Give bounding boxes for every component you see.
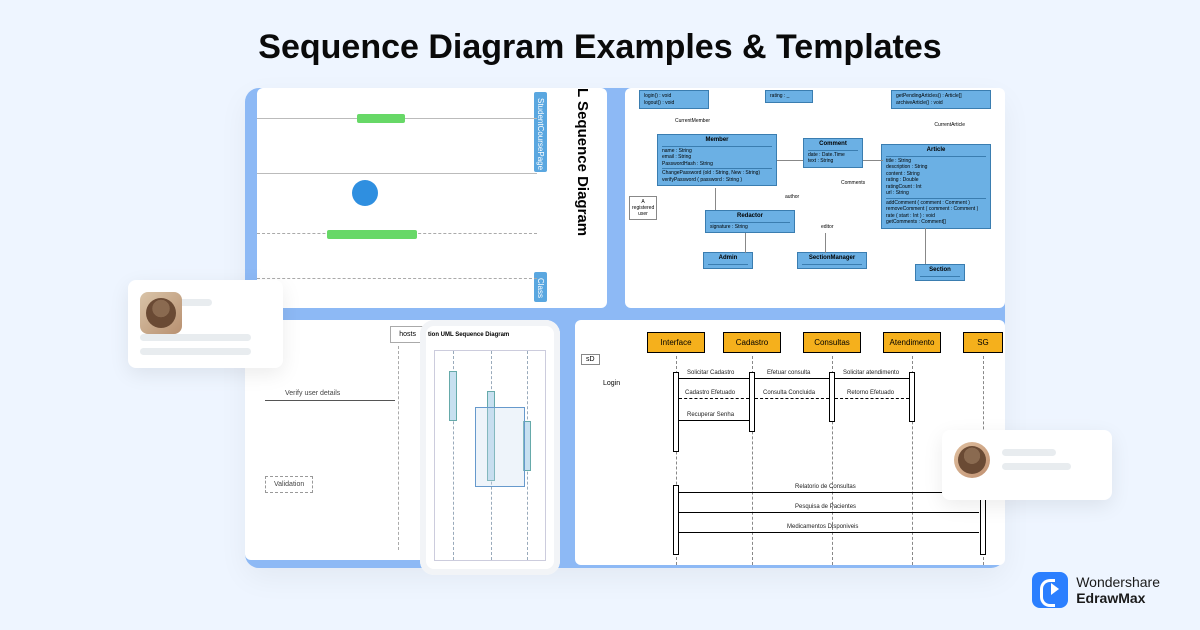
activation-bar bbox=[357, 114, 405, 123]
uml-class-member: Member name : String email : String Pass… bbox=[657, 134, 777, 186]
panel1-title: L Sequence Diagram bbox=[574, 88, 591, 236]
message-arrow bbox=[265, 400, 395, 401]
message-arrow bbox=[679, 512, 979, 513]
placeholder-line bbox=[140, 334, 251, 341]
template-card-phone[interactable]: tion UML Sequence Diagram bbox=[420, 320, 560, 575]
lifeline-head: Interface bbox=[647, 332, 705, 353]
uml-class: rating : _ bbox=[765, 90, 813, 103]
fragment bbox=[475, 407, 525, 487]
message-arrow bbox=[679, 532, 979, 533]
message-label: Consulta Concluida bbox=[763, 390, 815, 396]
lifeline-head: Cadastro bbox=[723, 332, 781, 353]
uml-label: CurrentArticle bbox=[934, 122, 965, 128]
uml-label: CurrentMember bbox=[675, 118, 710, 124]
message-label: Verify user details bbox=[285, 390, 340, 397]
placeholder-line bbox=[1002, 449, 1056, 456]
uml-rel-label: Comments bbox=[841, 180, 865, 186]
activation-bar bbox=[327, 230, 417, 239]
activation-bar bbox=[909, 372, 915, 422]
uml-rel-label: author bbox=[785, 194, 799, 200]
template-canvas: L Sequence Diagram StudentCoursePage Cla… bbox=[245, 88, 1005, 568]
message-label: Retorno Efetuado bbox=[847, 390, 894, 396]
message-arrow bbox=[835, 378, 909, 379]
edrawmax-icon bbox=[1032, 572, 1068, 608]
message-arrow bbox=[679, 378, 749, 379]
lifeline-head: SG bbox=[963, 332, 1003, 353]
uml-class-sectionmgr: SectionManager bbox=[797, 252, 867, 269]
uml-class-admin: Admin bbox=[703, 252, 753, 269]
brand-line2: EdrawMax bbox=[1076, 590, 1160, 606]
return-arrow bbox=[835, 398, 909, 399]
actor-label: Login bbox=[603, 380, 620, 387]
lifeline-label: StudentCoursePage bbox=[534, 92, 547, 172]
user-card bbox=[942, 430, 1112, 500]
template-card-class-diagram[interactable]: login() : void logout() : void rating : … bbox=[625, 88, 1005, 308]
template-card-sequence-rotated[interactable]: L Sequence Diagram StudentCoursePage Cla… bbox=[257, 88, 607, 308]
return-arrow bbox=[679, 398, 749, 399]
lifeline bbox=[398, 346, 399, 550]
uml-actor: A registered user bbox=[629, 196, 657, 220]
message-label: Medicamentos Disponiveis bbox=[787, 524, 858, 530]
message-arrow bbox=[679, 492, 979, 493]
actor-icon bbox=[352, 180, 378, 206]
uml-class-comment: Comment date : Date.Time text : String bbox=[803, 138, 863, 168]
uml-class-section: Section bbox=[915, 264, 965, 281]
message-arrow bbox=[755, 378, 829, 379]
avatar bbox=[954, 442, 990, 478]
lifeline-label: Class bbox=[534, 272, 547, 302]
avatar bbox=[140, 292, 182, 334]
template-card-sequence-pt[interactable]: sD Login Interface Cadastro Consultas At… bbox=[575, 320, 1005, 565]
return-arrow bbox=[755, 398, 829, 399]
message-label: Solicitar Cadastro bbox=[687, 370, 734, 376]
message-label: Pesquisa de Pacientes bbox=[795, 504, 856, 510]
activation-bar bbox=[673, 485, 679, 555]
message-label: Recuperar Senha bbox=[687, 412, 734, 418]
lifeline-head: Atendimento bbox=[883, 332, 941, 353]
uml-class: login() : void logout() : void bbox=[639, 90, 709, 109]
page-title: Sequence Diagram Examples & Templates bbox=[0, 0, 1200, 67]
message-label: Efetuar consulta bbox=[767, 370, 810, 376]
user-card bbox=[128, 280, 283, 368]
panel4-title: tion UML Sequence Diagram bbox=[428, 332, 552, 338]
fragment-label: Validation bbox=[265, 476, 313, 493]
lifeline bbox=[257, 278, 537, 279]
message-label: Cadastro Efetuado bbox=[685, 390, 735, 396]
uml-class-article: Article title : String description : Str… bbox=[881, 144, 991, 229]
uml-rel-label: editor bbox=[821, 224, 834, 230]
activation-bar bbox=[673, 372, 679, 452]
brand-line1: Wondershare bbox=[1076, 574, 1160, 590]
brand-logo: Wondershare EdrawMax bbox=[1032, 572, 1160, 608]
lifeline-head: Consultas bbox=[803, 332, 861, 353]
sd-label: sD bbox=[581, 354, 600, 365]
message-label: Solicitar atendimento bbox=[843, 370, 899, 376]
placeholder-line bbox=[140, 348, 251, 355]
message-arrow bbox=[679, 420, 749, 421]
activation-bar bbox=[829, 372, 835, 422]
uml-class: getPendingArticles() : Article[] archive… bbox=[891, 90, 991, 109]
message-label: Relatorio de Consultas bbox=[795, 484, 856, 490]
placeholder-line bbox=[1002, 463, 1071, 470]
uml-class-redactor: Redactor signature : String bbox=[705, 210, 795, 233]
activation-bar bbox=[749, 372, 755, 432]
activation-bar bbox=[449, 371, 457, 421]
lifeline bbox=[257, 173, 537, 174]
